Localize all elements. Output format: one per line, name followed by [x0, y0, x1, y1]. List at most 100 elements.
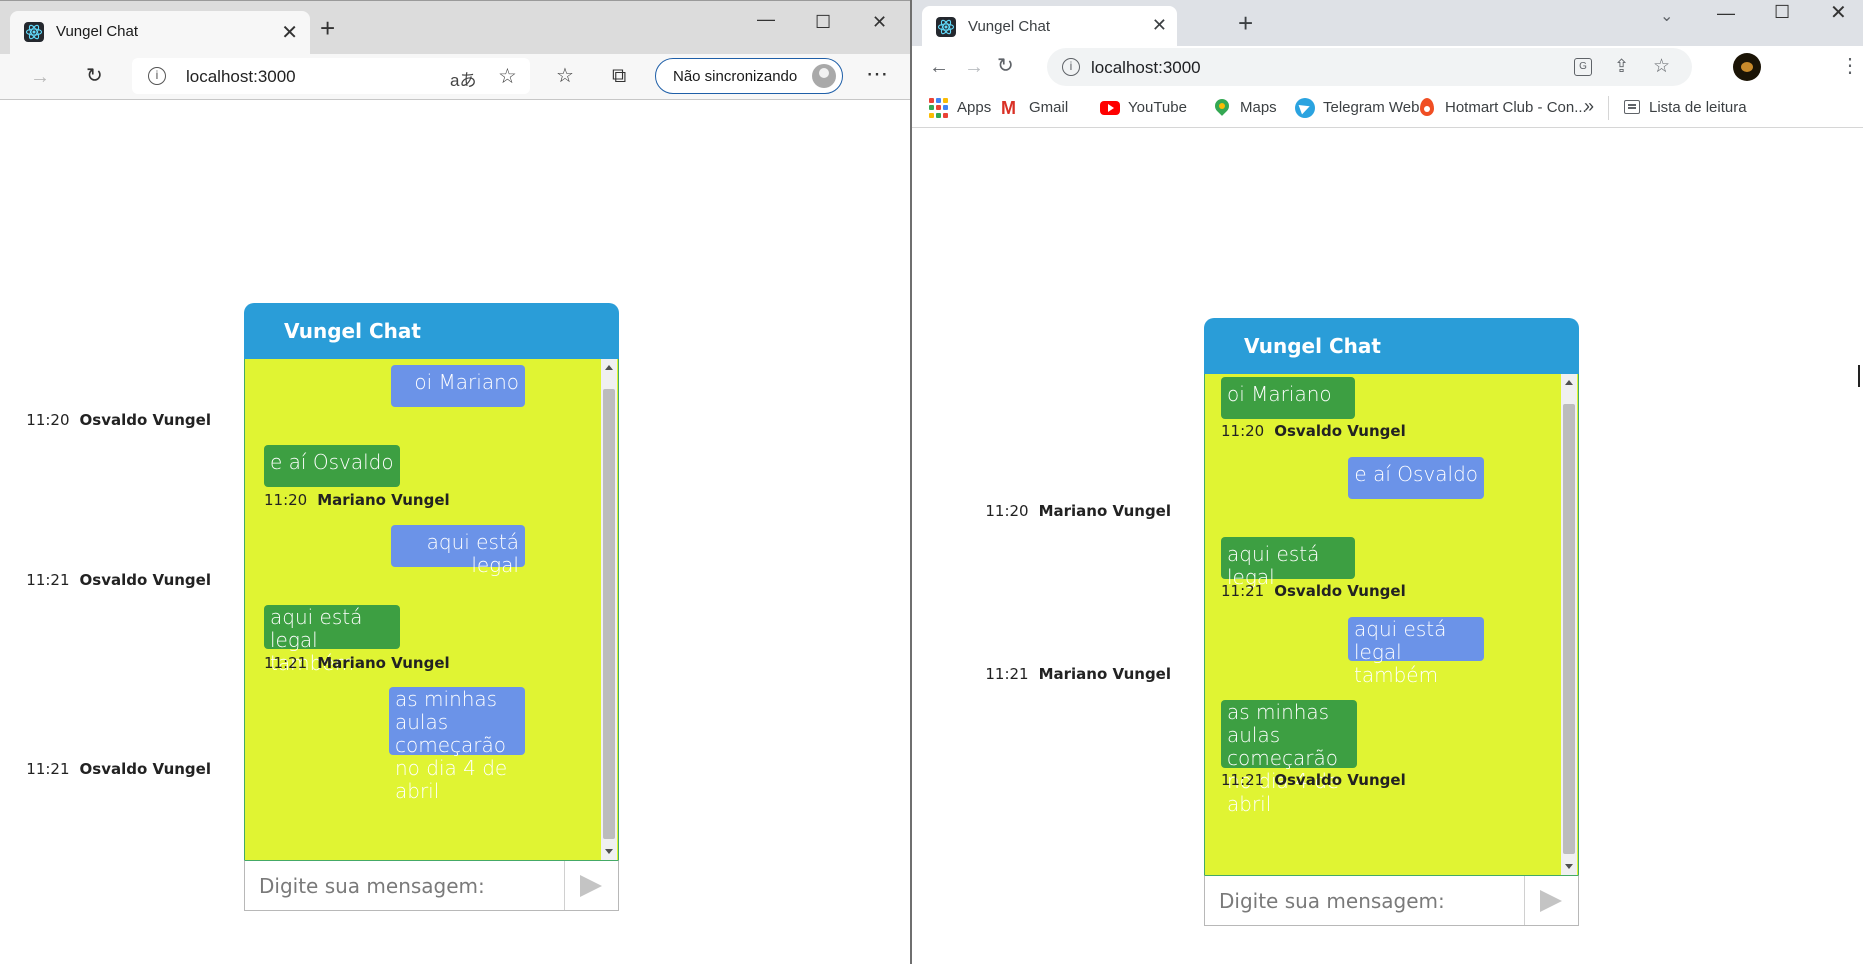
- mouse-cursor-icon: [1858, 365, 1863, 387]
- close-tab-icon[interactable]: ✕: [1152, 15, 1167, 36]
- scroll-down-arrow-icon[interactable]: [1565, 864, 1573, 869]
- chrome-toolbar: ← → ↻ i localhost:3000 G ⇪ ☆ ⋮: [912, 46, 1863, 88]
- message-author: Osvaldo Vungel: [79, 571, 211, 589]
- reload-icon[interactable]: ↻: [997, 56, 1014, 76]
- edge-tab-vungel-chat[interactable]: Vungel Chat ✕: [10, 11, 310, 55]
- favorites-icon[interactable]: ☆: [556, 66, 574, 86]
- scroll-down-arrow-icon[interactable]: [605, 849, 613, 854]
- chat-messages[interactable]: oi Mariano 11:20 Osvaldo Vungel e aí Osva…: [26, 359, 619, 860]
- chat-title: Vungel Chat: [284, 319, 421, 343]
- chat-composer: [1204, 875, 1579, 926]
- message-author: Osvaldo Vungel: [1274, 771, 1406, 789]
- site-info-icon[interactable]: i: [148, 67, 166, 85]
- reading-list-label: Lista de leitura: [1649, 99, 1747, 116]
- collections-icon[interactable]: ⧉: [612, 66, 626, 86]
- edge-tab-title: Vungel Chat: [56, 23, 139, 40]
- add-favorite-icon[interactable]: ☆: [498, 64, 517, 89]
- chrome-tab-title: Vungel Chat: [968, 18, 1051, 35]
- sync-status-label: Não sincronizando: [673, 68, 798, 85]
- chat-title: Vungel Chat: [1244, 334, 1381, 358]
- kebab-menu-icon[interactable]: ⋮: [1840, 56, 1860, 76]
- apps-icon: [929, 98, 949, 118]
- message-bubble: oi Mariano: [391, 365, 525, 407]
- minimize-icon[interactable]: —: [1717, 3, 1735, 24]
- message-bubble: as minhas aulas começarão no dia 4 de ab…: [389, 687, 525, 803]
- profile-sync-button[interactable]: Não sincronizando: [655, 58, 843, 94]
- edge-toolbar: → ↻ i localhost:3000 aあ ☆ ☆ ⧉ Não sincro…: [0, 54, 910, 100]
- edge-url[interactable]: localhost:3000: [186, 67, 296, 87]
- message-author: Mariano Vungel: [317, 491, 450, 509]
- message-meta: 11:21 Mariano Vungel: [264, 654, 450, 672]
- read-aloud-icon[interactable]: aあ: [450, 66, 476, 91]
- bookmarks-divider: [1608, 96, 1609, 120]
- message-author: Osvaldo Vungel: [1274, 422, 1406, 440]
- scrollbar-thumb[interactable]: [1563, 404, 1575, 854]
- message-time: 11:21: [985, 665, 1029, 683]
- message-meta: 11:20 Osvaldo Vungel: [1221, 422, 1406, 440]
- reload-icon[interactable]: ↻: [86, 66, 103, 86]
- more-icon[interactable]: ⋯: [866, 63, 888, 85]
- message-meta: 11:20 Osvaldo Vungel: [26, 411, 211, 429]
- message-author: Osvaldo Vungel: [1274, 582, 1406, 600]
- bookmark-label: Telegram Web: [1323, 99, 1420, 116]
- new-tab-icon[interactable]: +: [320, 15, 335, 41]
- message-input[interactable]: [1205, 876, 1525, 925]
- edge-window: Vungel Chat ✕ + — ☐ ✕ → ↻ i localhost:30…: [0, 0, 910, 964]
- bookmark-label: Hotmart Club - Con...: [1445, 99, 1587, 116]
- scrollbar-thumb[interactable]: [603, 389, 615, 839]
- chrome-address-bar[interactable]: i localhost:3000 G ⇪ ☆: [1047, 48, 1692, 86]
- send-button[interactable]: [1525, 876, 1578, 925]
- site-info-icon[interactable]: i: [1062, 58, 1080, 76]
- message-author: Osvaldo Vungel: [79, 411, 211, 429]
- message-bubble: e aí Osvaldo: [264, 445, 400, 487]
- message-time: 11:21: [26, 571, 70, 589]
- send-icon: [580, 875, 602, 897]
- message-author: Mariano Vungel: [317, 654, 450, 672]
- bookmark-star-icon[interactable]: ☆: [1653, 55, 1670, 78]
- chat-scrollbar[interactable]: [601, 359, 617, 860]
- message-meta: 11:21 Mariano Vungel: [985, 665, 1171, 683]
- tab-search-chevron-icon[interactable]: ⌄: [1660, 6, 1673, 26]
- message-bubble: aqui está legal também: [1348, 617, 1484, 687]
- chat-messages[interactable]: oi Mariano 11:20 Osvaldo Vungel e aí Osva…: [985, 374, 1579, 875]
- chrome-window: Vungel Chat ✕ + ⌄ — ☐ ✕ ← → ↻ i localhos…: [912, 0, 1863, 964]
- new-tab-icon[interactable]: +: [1238, 10, 1253, 36]
- window-close-icon[interactable]: ✕: [1830, 0, 1847, 25]
- forward-arrow-icon[interactable]: →: [964, 57, 984, 77]
- message-author: Mariano Vungel: [1038, 665, 1171, 683]
- message-time: 11:21: [1221, 771, 1265, 789]
- bookmark-label: Apps: [957, 99, 992, 116]
- back-arrow-icon[interactable]: ←: [929, 57, 949, 77]
- share-icon[interactable]: ⇪: [1614, 56, 1629, 77]
- message-author: Osvaldo Vungel: [79, 760, 211, 778]
- window-close-icon[interactable]: ✕: [872, 12, 887, 33]
- chrome-url[interactable]: localhost:3000: [1091, 58, 1201, 78]
- message-bubble: aqui está legal: [1221, 537, 1355, 589]
- close-tab-icon[interactable]: ✕: [281, 20, 298, 45]
- scroll-up-arrow-icon[interactable]: [605, 365, 613, 370]
- back-arrow-icon[interactable]: →: [30, 67, 50, 87]
- chat-header: Vungel Chat: [1204, 318, 1579, 374]
- message-meta: 11:21 Osvaldo Vungel: [1221, 771, 1406, 789]
- message-time: 11:20: [1221, 422, 1265, 440]
- more-bookmarks-icon[interactable]: »: [1584, 96, 1594, 117]
- message-bubble: aqui está legal: [391, 525, 525, 577]
- message-time: 11:21: [1221, 582, 1265, 600]
- bookmark-label: YouTube: [1128, 99, 1187, 116]
- message-meta: 11:21 Osvaldo Vungel: [1221, 582, 1406, 600]
- minimize-icon[interactable]: —: [757, 9, 775, 30]
- profile-avatar-icon[interactable]: [1733, 53, 1761, 81]
- maximize-icon[interactable]: ☐: [815, 12, 831, 33]
- message-meta: 11:21 Osvaldo Vungel: [26, 760, 211, 778]
- translate-icon[interactable]: G: [1574, 58, 1592, 76]
- edge-address-bar[interactable]: i localhost:3000 aあ ☆: [132, 58, 530, 94]
- scroll-up-arrow-icon[interactable]: [1565, 380, 1573, 385]
- message-time: 11:21: [264, 654, 308, 672]
- chat-scrollbar[interactable]: [1561, 374, 1577, 875]
- bookmark-label: Gmail: [1029, 99, 1069, 116]
- send-button[interactable]: [565, 861, 618, 910]
- maximize-icon[interactable]: ☐: [1774, 2, 1790, 23]
- chrome-tab-vungel-chat[interactable]: Vungel Chat ✕: [922, 6, 1177, 46]
- message-input[interactable]: [245, 861, 565, 910]
- message-author: Mariano Vungel: [1038, 502, 1171, 520]
